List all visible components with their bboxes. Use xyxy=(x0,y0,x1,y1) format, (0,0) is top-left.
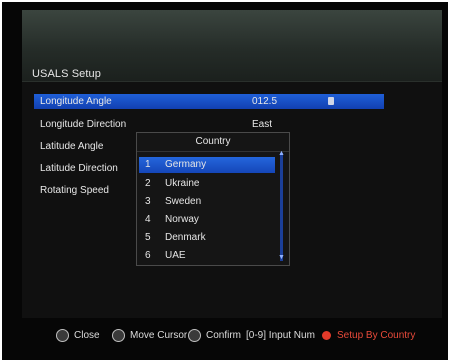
country-name: Norway xyxy=(165,214,199,225)
setting-label: Longitude Angle xyxy=(40,96,112,107)
country-item[interactable]: 3 Sweden xyxy=(139,194,275,210)
exit-key-icon xyxy=(56,328,69,342)
hint-label: Move Cursor xyxy=(130,330,188,341)
country-number: 3 xyxy=(145,196,151,207)
country-number: 4 xyxy=(145,214,151,225)
red-key-icon xyxy=(322,330,331,340)
hint-label: Close xyxy=(74,330,100,341)
country-item[interactable]: 4 Norway xyxy=(139,212,275,228)
country-popup: Country 1 Germany 2 Ukraine 3 Sweden 4 N… xyxy=(136,132,290,266)
setting-label: Longitude Direction xyxy=(40,119,127,130)
popup-scrollbar[interactable] xyxy=(280,153,283,261)
setting-label: Latitude Angle xyxy=(40,141,104,152)
country-item[interactable]: 5 Denmark xyxy=(139,230,275,246)
country-number: 6 xyxy=(145,250,151,261)
country-name: Ukraine xyxy=(165,178,200,189)
setting-row-longitude-direction[interactable]: Longitude Direction East xyxy=(34,117,384,132)
hint-label: Confirm xyxy=(206,330,242,341)
setting-label: Latitude Direction xyxy=(40,163,118,174)
hint-close[interactable]: Close xyxy=(56,328,100,343)
scroll-down-arrow-icon[interactable]: ▼ xyxy=(277,254,286,261)
hint-input-num[interactable]: [0-9] Input Num xyxy=(246,329,315,343)
country-name: Denmark xyxy=(165,232,206,243)
hint-move-cursor[interactable]: Move Cursor xyxy=(112,328,188,343)
country-item[interactable]: 2 Ukraine xyxy=(139,176,275,192)
setting-value: 012.5 xyxy=(252,96,278,107)
edit-marker-icon xyxy=(328,97,334,105)
hint-confirm[interactable]: Confirm xyxy=(188,328,242,343)
footer-hints: Close Move Cursor Confirm [0-9] Input Nu… xyxy=(22,322,442,350)
country-number: 5 xyxy=(145,232,151,243)
popup-title: Country xyxy=(137,133,289,152)
arrow-key-icon xyxy=(112,328,125,342)
country-name: Sweden xyxy=(165,196,202,207)
title-bar: USALS Setup xyxy=(22,10,442,82)
hint-label: [0-9] Input Num xyxy=(246,330,315,341)
country-name: UAE xyxy=(165,250,186,261)
setting-value: East xyxy=(252,119,273,130)
ok-key-icon xyxy=(188,328,201,342)
country-number: 1 xyxy=(145,159,151,170)
country-item[interactable]: 6 UAE xyxy=(139,248,275,264)
country-number: 2 xyxy=(145,178,151,189)
country-name: Germany xyxy=(165,159,207,170)
country-item[interactable]: 1 Germany xyxy=(139,157,275,173)
hint-label: Setup By Country xyxy=(337,330,416,341)
scroll-up-arrow-icon[interactable]: ▲ xyxy=(277,150,286,157)
hint-setup-by-country[interactable]: Setup By Country xyxy=(322,329,415,343)
setting-row-longitude-angle[interactable]: Longitude Angle 012.5 xyxy=(34,94,384,109)
page-title: USALS Setup xyxy=(32,68,101,80)
tv-screen: USALS Setup Longitude Angle 012.5 Longit… xyxy=(2,2,448,360)
setting-label: Rotating Speed xyxy=(40,185,109,196)
